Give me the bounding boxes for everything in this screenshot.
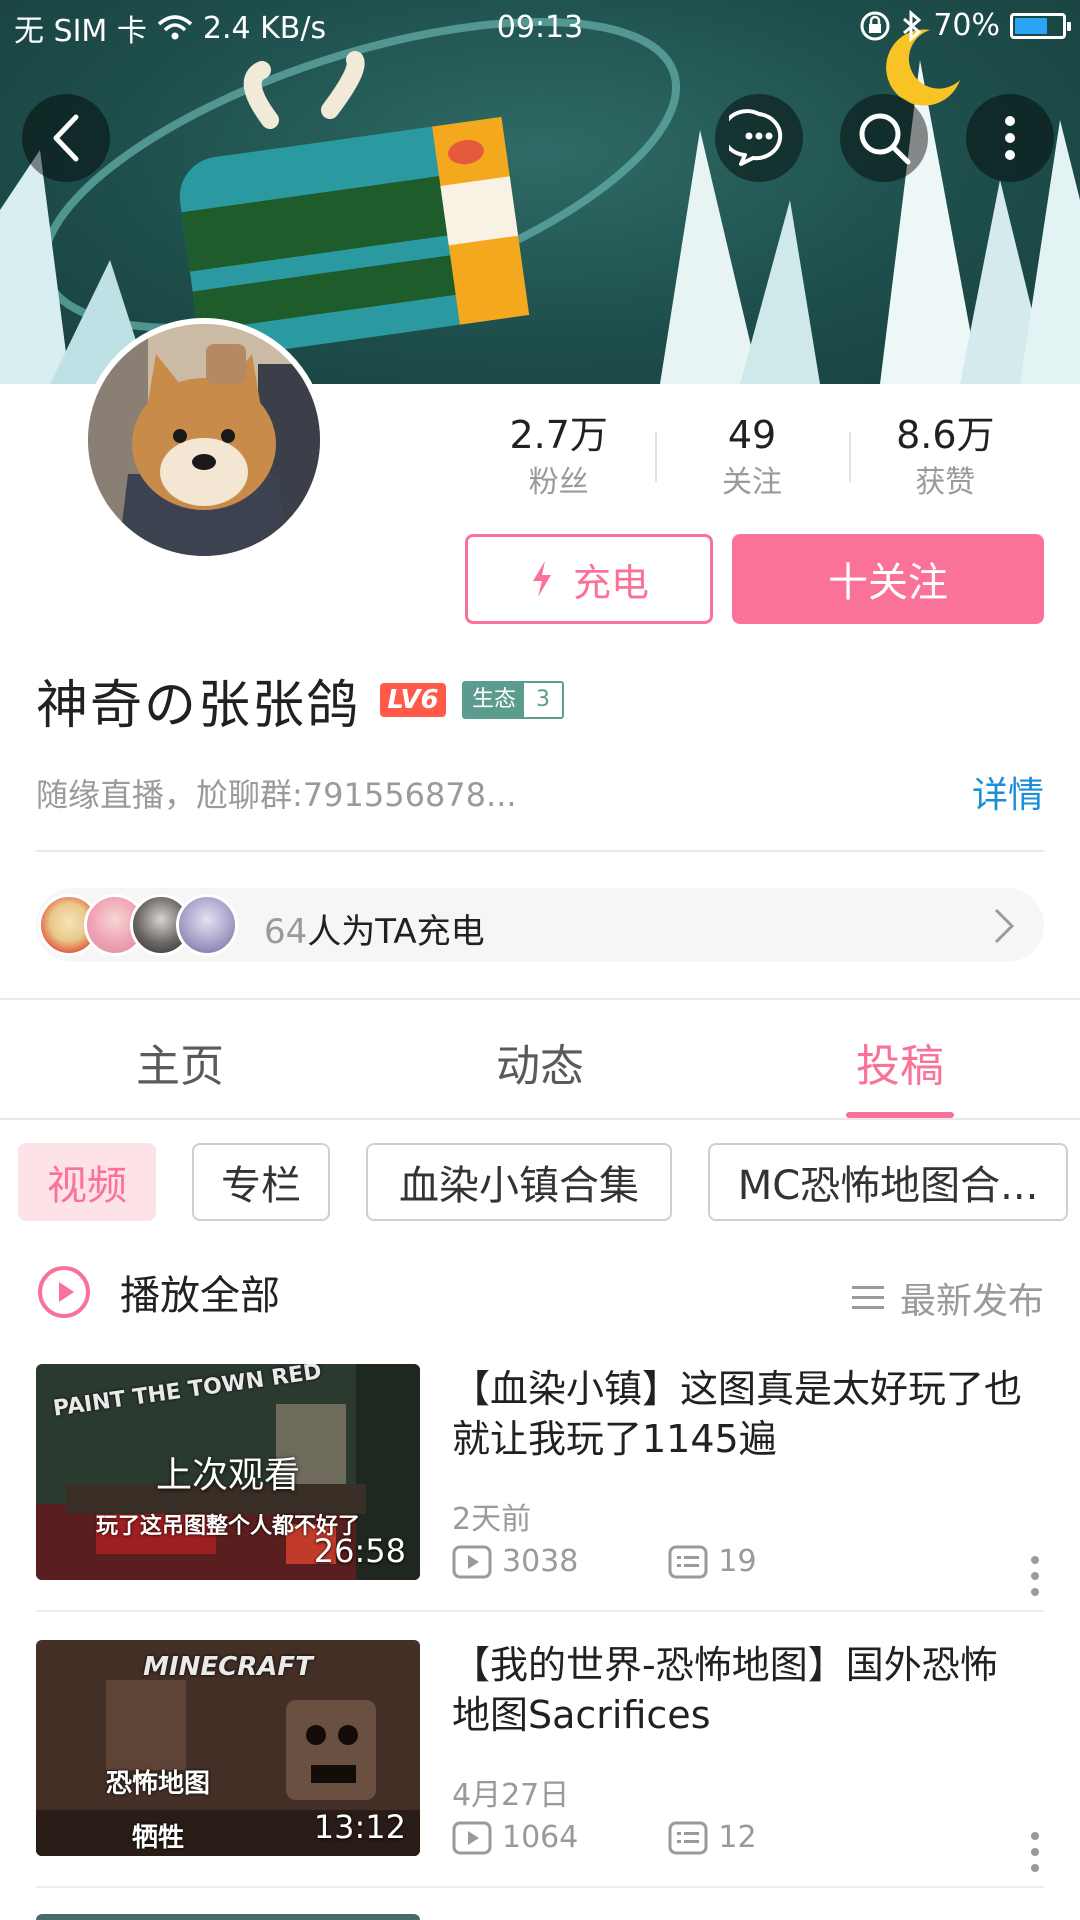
danmaku-icon [668,1545,708,1578]
play-count-icon [452,1545,492,1578]
video-title[interactable]: 【我的世界-恐怖地图】国外恐怖地图Sacrifices [452,1640,1032,1740]
profile-tabs: 主页 动态 投稿 [0,1000,1080,1120]
user-avatar[interactable] [82,318,326,562]
back-arrow-icon [53,114,79,162]
chevron-right-icon [994,908,1015,944]
play-all-label: 播放全部 [120,1273,280,1319]
play-count: 1064 [502,1820,579,1855]
more-options-button[interactable] [966,94,1054,182]
danmaku-count-group: 19 [668,1544,757,1579]
danmaku-count-group: 12 [668,1820,757,1855]
tab-dynamics[interactable]: 动态 [440,1030,640,1094]
video-date: 2天前 [452,1502,532,1537]
lightning-icon [532,561,551,597]
status-bar: 无 SIM 卡 2.4 KB/s 09:13 70% [0,0,1080,56]
thumbnail-caption-secondary: 牺牲 [131,1823,184,1853]
item-divider [36,1886,1044,1888]
ecosystem-badge[interactable]: 生态 3 [462,681,565,719]
video-date: 4月27日 [452,1778,570,1813]
list-sort-icon [851,1286,884,1309]
supporter-avatar [176,894,238,956]
video-meta: 1064 12 [452,1820,757,1855]
battery-icon [1010,12,1071,39]
tab-home[interactable]: 主页 [80,1030,280,1094]
danmaku-count: 19 [718,1544,757,1579]
likes-count: 8.6万 [896,413,995,457]
user-bio: 随缘直播，尬聊群:791556878... [36,776,517,814]
video-item[interactable]: PAINT THE TOWN RED 上次观看 玩了这吊图整个人都不好了 26:… [36,1364,1044,1640]
details-link[interactable]: 详情 [972,766,1044,818]
charge-count-text: 64人为TA充电 [264,904,485,953]
video-item[interactable]: MINECRAFT 恐怖地图 牺牲 13:12 【我的世界-恐怖地图】国外恐怖地… [36,1640,1044,1916]
shiba-avatar-image [88,324,320,556]
level-badge: LV6 [380,683,447,717]
search-button[interactable] [840,94,928,182]
charge-suffix: 人为TA充电 [307,912,485,952]
eco-badge-value: 3 [524,683,563,717]
search-icon [859,113,911,165]
charge-supporters-row[interactable]: 64人为TA充电 [36,888,1044,962]
likes-label: 获赞 [915,465,976,500]
last-watched-overlay: 上次观看 [155,1455,300,1496]
fans-label: 粉丝 [528,465,589,500]
video-title[interactable]: 【血染小镇】这图真是太好玩了也就让我玩了1145遍 [452,1364,1032,1464]
filter-mc-horror-collection[interactable]: MC恐怖地图合... [708,1143,1068,1221]
video-thumbnail[interactable]: PAINT THE TOWN RED 上次观看 玩了这吊图整个人都不好了 26:… [36,1364,420,1580]
danmaku-count: 12 [718,1820,757,1855]
active-tab-indicator [846,1112,954,1118]
charge-button-label: 充电 [572,560,649,605]
item-divider [36,1610,1044,1612]
battery-percent: 70% [933,8,1000,43]
chat-bubble-icon [729,109,783,166]
more-vertical-icon [1005,116,1015,160]
following-count: 49 [727,413,777,457]
stat-likes[interactable]: 8.6万 获赞 [848,410,1042,510]
name-row: 神奇の张张鸽 LV6 生态 3 [36,665,565,736]
tab-submissions[interactable]: 投稿 [800,1030,1000,1094]
rotation-lock-icon [860,11,890,40]
filter-video[interactable]: 视频 [18,1143,156,1221]
username: 神奇の张张鸽 [36,675,361,736]
divider [36,850,1044,852]
filter-column[interactable]: 专栏 [192,1143,330,1221]
video-meta: 3038 19 [452,1544,757,1579]
play-count-group: 1064 [452,1820,578,1855]
play-count-group: 3038 [452,1544,578,1579]
video-more-icon[interactable] [1028,1830,1042,1874]
battery-fill [1015,17,1048,34]
bluetooth-icon [903,9,922,42]
charge-count: 64 [264,912,308,952]
video-more-icon[interactable] [1028,1554,1042,1598]
thumbnail-caption: 恐怖地图 [105,1769,210,1799]
filter-bloodtown-collection[interactable]: 血染小镇合集 [366,1143,672,1221]
next-video-thumbnail-peek [36,1914,420,1920]
play-count-icon [452,1821,492,1854]
stat-following[interactable]: 49 关注 [655,410,848,510]
charge-button[interactable]: 充电 [465,534,713,624]
follow-button[interactable]: 十关注 [732,534,1044,624]
video-duration: 13:12 [313,1808,406,1846]
follow-button-label: 十关注 [828,560,948,606]
following-label: 关注 [721,465,782,500]
sort-selector[interactable]: 最新发布 [851,1272,1044,1324]
video-duration: 26:58 [313,1532,406,1570]
fans-count: 2.7万 [509,413,608,457]
video-thumbnail[interactable]: MINECRAFT 恐怖地图 牺牲 13:12 [36,1640,420,1856]
sort-label: 最新发布 [899,1281,1044,1322]
play-all-button[interactable]: 播放全部 [36,1262,280,1322]
profile-stats: 2.7万 粉丝 49 关注 8.6万 获赞 [462,410,1042,510]
eco-badge-label: 生态 [464,683,525,717]
stat-fans[interactable]: 2.7万 粉丝 [462,410,655,510]
message-button[interactable] [715,94,803,182]
play-count: 3038 [502,1544,579,1579]
danmaku-icon [668,1821,708,1854]
back-button[interactable] [22,94,110,182]
play-circle-icon [38,1266,90,1318]
thumbnail-logo-text: MINECRAFT [143,1652,313,1682]
